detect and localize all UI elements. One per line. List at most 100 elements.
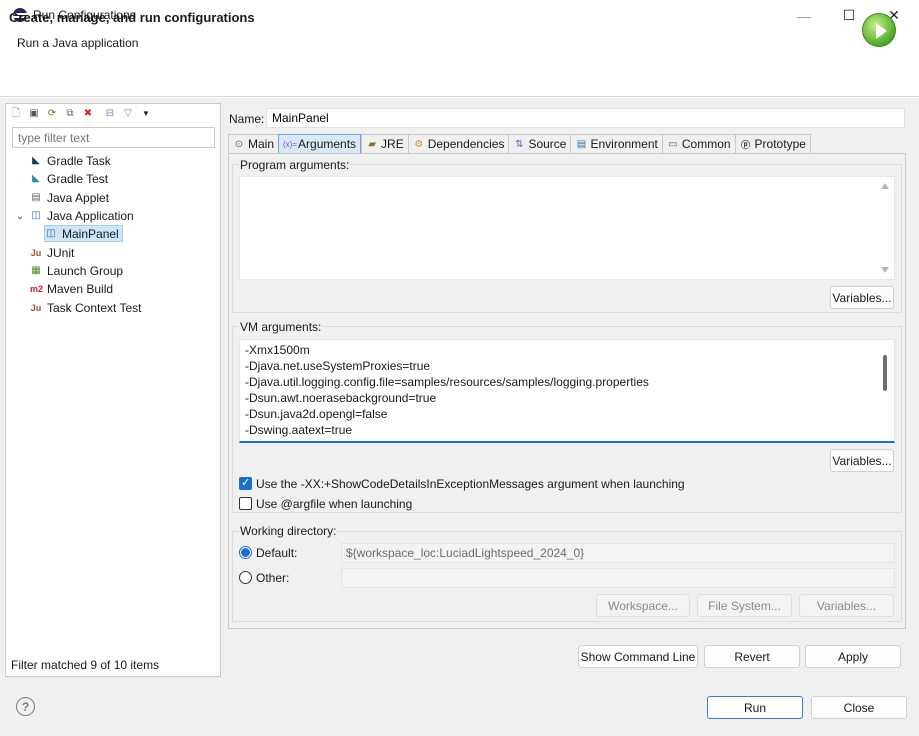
vm-args-scrollbar[interactable]	[878, 341, 893, 441]
scroll-up-icon[interactable]	[881, 183, 889, 189]
tree-item-label: Java Applet	[47, 190, 110, 205]
chevron-down-icon[interactable]: ⌄	[16, 211, 24, 222]
tab-label: Arguments	[298, 137, 357, 151]
tab-prototype[interactable]: ⓟ Prototype	[734, 134, 811, 154]
tree-item-gradle-task[interactable]: ◣ Gradle Task	[30, 152, 111, 169]
scroll-down-icon[interactable]	[881, 267, 889, 273]
filter-status: Filter matched 9 of 10 items	[11, 658, 160, 672]
tree-toolbar: 🗋 ▣ ⟳ ⧉ ✖ ⊟ ▽ ▼	[6, 104, 220, 124]
workspace-button[interactable]: Workspace...	[596, 594, 690, 617]
duplicate-icon[interactable]: ⧉	[64, 108, 76, 120]
tab-label: Common	[681, 137, 731, 151]
header-subtitle: Run a Java application	[17, 36, 139, 50]
source-tab-icon: ⇅	[515, 138, 524, 150]
show-command-line-button[interactable]: Show Command Line	[578, 645, 698, 668]
tree-item-label: JUnit	[47, 245, 75, 260]
program-args-variables-button[interactable]: Variables...	[830, 286, 894, 309]
tab-arguments[interactable]: (x)= Arguments	[278, 134, 362, 154]
view-menu-icon[interactable]: ▼	[140, 108, 152, 120]
scroll-thumb[interactable]	[883, 355, 887, 391]
file-system-button[interactable]: File System...	[697, 594, 792, 617]
vm-arg-line: -Dswing.aatext=true	[245, 423, 353, 437]
launch-group-icon: ▦	[31, 264, 41, 276]
argfile-label: Use @argfile when launching	[256, 497, 413, 511]
environment-tab-icon: ▤	[576, 138, 587, 150]
tab-environment[interactable]: ▤ Environment	[570, 134, 662, 154]
vm-arg-line: -Djava.util.logging.config.file=samples/…	[245, 375, 649, 389]
tab-common[interactable]: ▭ Common	[661, 134, 735, 154]
tree-item-task-context-test[interactable]: Ju Task Context Test	[30, 299, 142, 316]
tree-item-label: Java Application	[47, 208, 134, 223]
tree-item-launch-group[interactable]: ▦ Launch Group	[30, 262, 123, 279]
tab-label: JRE	[381, 137, 404, 151]
export-icon[interactable]: ⟳	[46, 108, 58, 120]
run-banner-icon	[862, 13, 896, 47]
tree-item-label: Maven Build	[47, 281, 114, 296]
tree-item-label: MainPanel	[62, 226, 119, 241]
tab-label: Environment	[590, 137, 658, 151]
tree-item-label: Task Context Test	[47, 300, 142, 315]
other-dir-label: Other:	[256, 571, 290, 585]
vm-arg-line: -Xmx1500m	[245, 343, 310, 357]
task-test-icon: Ju	[30, 302, 42, 313]
main-tab-icon: ⊙	[234, 138, 244, 150]
tree-item-gradle-test[interactable]: ◣ Gradle Test	[30, 170, 108, 187]
tree-item-java-application[interactable]: ◫ Java Application	[30, 207, 134, 224]
program-args-textarea[interactable]	[239, 176, 895, 280]
show-code-details-checkbox[interactable]	[239, 476, 252, 490]
vm-args-variables-button[interactable]: Variables...	[830, 449, 894, 472]
java-app-icon: ◫	[31, 209, 41, 221]
vm-arg-line: -Dsun.java2d.opengl=false	[245, 407, 388, 421]
name-field[interactable]	[266, 108, 905, 128]
gradle-elephant-icon: ◣	[32, 154, 40, 166]
tree-item-mainpanel[interactable]: ◫ MainPanel	[44, 225, 123, 242]
tree-item-junit[interactable]: Ju JUnit	[30, 244, 75, 261]
program-args-scrollbar[interactable]	[878, 177, 893, 279]
header-title: Create, manage, and run configurations	[9, 10, 255, 25]
applet-icon: ▤	[31, 191, 41, 203]
tab-main[interactable]: ⊙ Main	[228, 134, 279, 154]
working-dir-variables-button[interactable]: Variables...	[799, 594, 894, 617]
new-config-icon[interactable]: 🗋	[10, 108, 22, 120]
tree-item-java-applet[interactable]: ▤ Java Applet	[30, 189, 109, 206]
java-app-icon: ◫	[46, 227, 56, 239]
revert-button[interactable]: Revert	[704, 645, 800, 668]
jre-tab-icon: ▰	[368, 138, 376, 150]
default-dir-field: ${workspace_loc:LuciadLightspeed_2024_0}	[341, 543, 895, 563]
filter-input[interactable]	[12, 127, 215, 148]
filter-icon[interactable]: ▽	[122, 108, 134, 120]
help-icon[interactable]: ?	[16, 697, 35, 716]
tab-dependencies[interactable]: ⚙ Dependencies	[407, 134, 509, 154]
apply-button[interactable]: Apply	[805, 645, 901, 668]
tree-item-maven-build[interactable]: m2 Maven Build	[30, 280, 113, 297]
collapse-all-icon[interactable]: ⊟	[104, 108, 116, 120]
tab-source[interactable]: ⇅ Source	[508, 134, 571, 154]
gradle-elephant-icon: ◣	[32, 172, 40, 184]
tab-label: Source	[528, 137, 567, 151]
maven-icon: m2	[30, 283, 44, 294]
tree-item-label: Launch Group	[47, 263, 124, 278]
minimize-button[interactable]: —	[781, 0, 827, 31]
close-button[interactable]: Close	[811, 696, 907, 719]
tree-item-label: Gradle Test	[47, 171, 109, 186]
default-dir-label: Default:	[256, 546, 298, 560]
new-prototype-icon[interactable]: ▣	[28, 108, 40, 120]
vm-arg-line: -Djava.net.useSystemProxies=true	[245, 359, 431, 373]
tab-label: Dependencies	[427, 137, 505, 151]
vm-args-label: VM arguments:	[239, 320, 323, 334]
other-dir-field	[341, 568, 895, 588]
tab-label: Prototype	[754, 137, 806, 151]
delete-icon[interactable]: ✖	[82, 108, 94, 120]
argfile-checkbox[interactable]	[239, 497, 252, 510]
tab-jre[interactable]: ▰ JRE	[361, 134, 408, 154]
junit-icon: Ju	[30, 247, 42, 258]
tree-item-label: Gradle Task	[47, 153, 111, 168]
other-dir-radio[interactable]	[239, 571, 252, 584]
default-dir-radio[interactable]	[239, 546, 252, 559]
show-code-details-label: Use the -XX:+ShowCodeDetailsInExceptionM…	[256, 477, 685, 491]
tab-label: Main	[248, 137, 275, 151]
common-tab-icon: ▭	[668, 138, 678, 150]
run-button[interactable]: Run	[707, 696, 803, 719]
config-tabs: ⊙ Main (x)= Arguments ▰ JRE ⚙ Dependenci…	[228, 134, 811, 154]
vm-arg-line: -Dsun.awt.noerasebackground=true	[245, 391, 437, 405]
